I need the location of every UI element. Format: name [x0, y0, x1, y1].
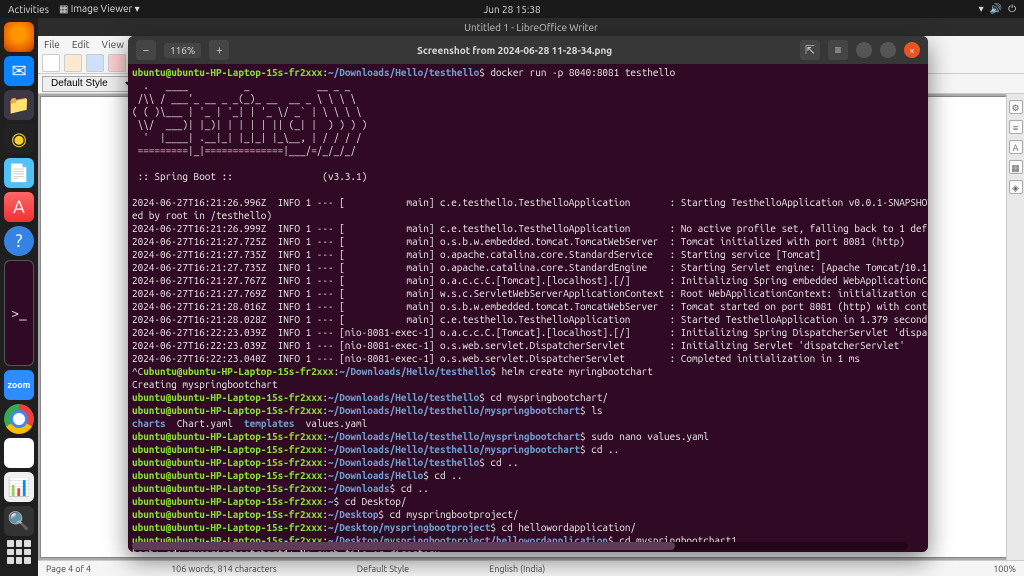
- dock-files[interactable]: 📁: [4, 90, 34, 120]
- show-applications[interactable]: [7, 540, 31, 564]
- maximize-button[interactable]: [880, 42, 896, 58]
- zoom-out-button[interactable]: −: [136, 40, 156, 60]
- sidebar-settings-icon[interactable]: ⚙: [1009, 100, 1023, 114]
- zoom-level[interactable]: 116%: [164, 43, 201, 58]
- horizontal-scrollbar[interactable]: [132, 542, 908, 550]
- close-button[interactable]: ×: [904, 42, 920, 58]
- dock-terminal[interactable]: >_: [4, 260, 34, 366]
- writer-sidebar: ⚙ ≡ A ▦ ◈: [1006, 94, 1024, 560]
- minimize-button[interactable]: [856, 42, 872, 58]
- menu-button[interactable]: ≡: [828, 40, 848, 60]
- dock-software[interactable]: A: [4, 192, 34, 222]
- image-viewer-title: Screenshot from 2024-06-28 11-28-34.png: [237, 45, 792, 56]
- sidebar-properties-icon[interactable]: ≡: [1009, 120, 1023, 134]
- writer-statusbar: Page 4 of 4 106 words, 814 characters De…: [38, 560, 1024, 576]
- status-language[interactable]: English (India): [489, 564, 545, 574]
- image-viewer-window: − 116% + Screenshot from 2024-06-28 11-2…: [128, 36, 928, 552]
- dock-chrome[interactable]: [4, 404, 34, 434]
- status-zoom[interactable]: 100%: [993, 564, 1016, 574]
- status-words: 106 words, 814 characters: [171, 564, 277, 574]
- scrollbar-thumb[interactable]: [132, 542, 675, 550]
- dock-libreoffice-calc[interactable]: 📊: [4, 472, 34, 502]
- writer-titlebar[interactable]: Untitled 1 - LibreOffice Writer: [38, 18, 1024, 36]
- menu-view[interactable]: View: [102, 39, 124, 50]
- new-doc-button[interactable]: [42, 54, 60, 72]
- active-app-indicator[interactable]: ▦ Image Viewer ▾: [59, 3, 140, 15]
- sidebar-navigator-icon[interactable]: ◈: [1009, 180, 1023, 194]
- share-button[interactable]: ⇱: [800, 40, 820, 60]
- dock-firefox[interactable]: [4, 22, 34, 52]
- volume-icon[interactable]: 🔊: [990, 3, 1002, 15]
- dock-image-viewer[interactable]: 🔍: [4, 506, 34, 536]
- ubuntu-dock: ✉ 📁 ◉ 📄 A ? >_ zoom ✱ 📊 🔍: [0, 18, 38, 576]
- paragraph-style-select[interactable]: Default Style: [42, 76, 139, 92]
- open-button[interactable]: [64, 54, 82, 72]
- sidebar-gallery-icon[interactable]: ▦: [1009, 160, 1023, 174]
- save-button[interactable]: [86, 54, 104, 72]
- dock-slack[interactable]: ✱: [4, 438, 34, 468]
- image-viewer-header[interactable]: − 116% + Screenshot from 2024-06-28 11-2…: [128, 36, 928, 64]
- dock-thunderbird[interactable]: ✉: [4, 56, 34, 86]
- dock-zoom[interactable]: zoom: [4, 370, 34, 400]
- network-icon[interactable]: ▾: [979, 3, 984, 15]
- menu-edit[interactable]: Edit: [72, 39, 90, 50]
- power-icon[interactable]: ⏻: [1008, 3, 1016, 15]
- sidebar-styles-icon[interactable]: A: [1009, 140, 1023, 154]
- clock[interactable]: Jun 28 15:38: [483, 4, 540, 15]
- status-style: Default Style: [357, 564, 409, 574]
- dock-rhythmbox[interactable]: ◉: [4, 124, 34, 154]
- zoom-in-button[interactable]: +: [209, 40, 229, 60]
- activities-button[interactable]: Activities: [8, 4, 49, 15]
- gnome-top-bar: Activities ▦ Image Viewer ▾ Jun 28 15:38…: [0, 0, 1024, 18]
- menu-file[interactable]: File: [44, 39, 60, 50]
- status-page: Page 4 of 4: [46, 564, 91, 574]
- terminal-screenshot-content: ubuntu@ubuntu-HP-Laptop-15s-fr2xxx:~/Dow…: [128, 64, 928, 552]
- dock-help[interactable]: ?: [4, 226, 34, 256]
- dock-libreoffice-writer[interactable]: 📄: [4, 158, 34, 188]
- pdf-button[interactable]: [108, 54, 126, 72]
